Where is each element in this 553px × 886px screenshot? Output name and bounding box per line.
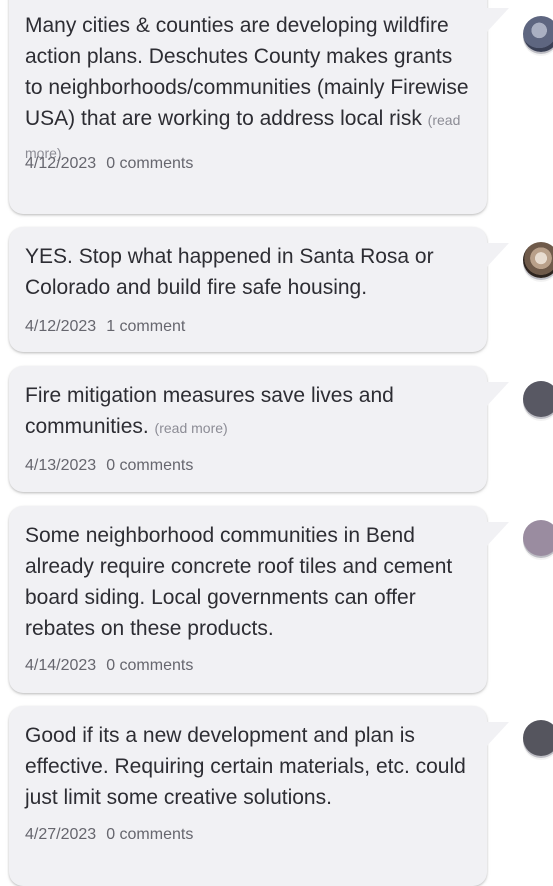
comment-body: Many cities & counties are developing wi… bbox=[25, 14, 469, 130]
comment-date: 4/12/2023 bbox=[25, 155, 97, 172]
comment-body: Some neighborhood communities in Bend al… bbox=[25, 524, 453, 640]
bubble-tail bbox=[485, 8, 509, 34]
comment-bubble: Many cities & counties are developing wi… bbox=[9, 0, 487, 214]
comment-text: Some neighborhood communities in Bend al… bbox=[25, 520, 471, 644]
bubble-tail bbox=[485, 722, 509, 748]
default-avatar-icon[interactable] bbox=[523, 720, 553, 756]
comment-body: YES. Stop what happened in Santa Rosa or… bbox=[25, 245, 434, 299]
comment-date: 4/12/2023 bbox=[25, 318, 97, 335]
comment-meta: 4/12/2023 0 comments bbox=[25, 155, 193, 173]
comment-date: 4/13/2023 bbox=[25, 457, 97, 474]
photo-avatar-icon[interactable] bbox=[523, 242, 553, 278]
comment-date: 4/27/2023 bbox=[25, 826, 97, 843]
comment-count-link[interactable]: 0 comments bbox=[106, 457, 193, 474]
comment-count-link[interactable]: 0 comments bbox=[106, 826, 193, 843]
comment-bubble: Some neighborhood communities in Bend al… bbox=[9, 506, 487, 693]
bubble-tail bbox=[485, 243, 509, 269]
comment-text: Many cities & counties are developing wi… bbox=[25, 10, 471, 169]
comment-meta: 4/12/2023 1 comment bbox=[25, 318, 185, 336]
default-avatar-icon[interactable] bbox=[523, 381, 553, 417]
comment-date: 4/14/2023 bbox=[25, 657, 97, 674]
comment-bubble: YES. Stop what happened in Santa Rosa or… bbox=[9, 227, 487, 352]
bubble-tail bbox=[485, 382, 509, 408]
default-avatar-icon[interactable] bbox=[523, 520, 553, 556]
comment-body: Good if its a new development and plan i… bbox=[25, 724, 466, 809]
bubble-tail bbox=[485, 522, 509, 548]
comment-count-link[interactable]: 1 comment bbox=[106, 318, 185, 335]
comment-count-link[interactable]: 0 comments bbox=[106, 155, 193, 172]
photo-avatar-icon[interactable] bbox=[523, 16, 553, 52]
comment-text: Fire mitigation measures save lives and … bbox=[25, 380, 471, 444]
comment-count-link[interactable]: 0 comments bbox=[106, 657, 193, 674]
comment-bubble: Good if its a new development and plan i… bbox=[9, 706, 487, 886]
comment-meta: 4/14/2023 0 comments bbox=[25, 657, 193, 675]
comment-meta: 4/13/2023 0 comments bbox=[25, 457, 193, 475]
comment-meta: 4/27/2023 0 comments bbox=[25, 826, 193, 844]
comment-text: Good if its a new development and plan i… bbox=[25, 720, 471, 813]
comment-text: YES. Stop what happened in Santa Rosa or… bbox=[25, 241, 471, 303]
comment-bubble: Fire mitigation measures save lives and … bbox=[9, 366, 487, 492]
read-more-link[interactable]: (read more) bbox=[155, 420, 228, 436]
